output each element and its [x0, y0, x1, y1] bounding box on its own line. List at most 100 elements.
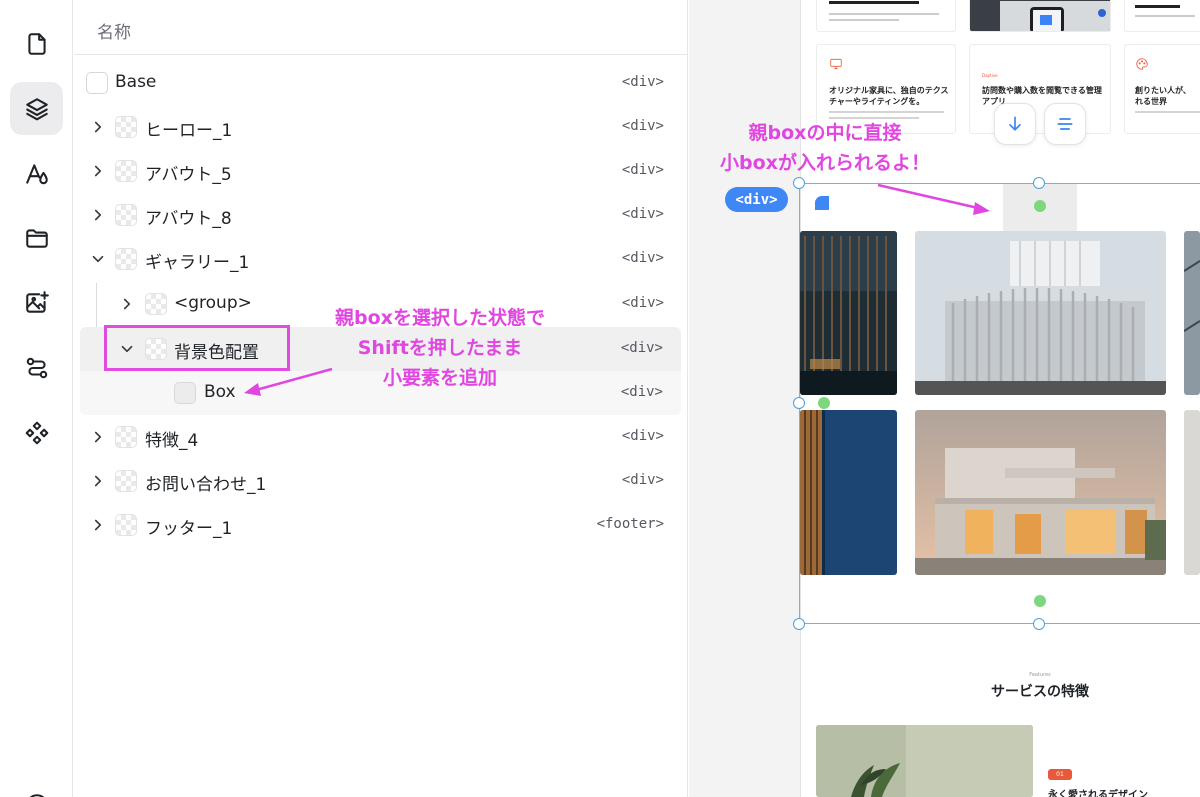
layer-thumbnail	[115, 426, 137, 448]
layer-label: <group>	[174, 293, 252, 313]
expand-chevron[interactable]	[89, 516, 107, 534]
layer-row-hero[interactable]: ヒーロー_1 <div>	[74, 105, 688, 149]
card-text-line	[829, 19, 899, 21]
layers-icon	[25, 97, 48, 120]
layer-row-features[interactable]: 特徴_4 <div>	[74, 415, 688, 459]
expand-chevron[interactable]	[89, 472, 107, 490]
selected-element-badge[interactable]: <div>	[725, 187, 788, 212]
layer-label: アバウト_8	[145, 209, 232, 229]
resize-handle-top-left[interactable]	[793, 177, 805, 189]
tool-rail	[0, 0, 73, 797]
layer-row-footer[interactable]: フッター_1 <footer>	[74, 503, 688, 547]
palette-icon	[1136, 58, 1148, 70]
expand-chevron[interactable]	[89, 428, 107, 446]
selection-frame[interactable]	[799, 183, 1200, 624]
layers-panel: 名称 Base <div> ヒーロー_1 <div> アバウト_5 <div> …	[74, 0, 688, 797]
chevron-right-icon	[94, 209, 102, 221]
feature-card: Daptive 訪問数や購入数を閲覧できる管理 アプリ	[969, 44, 1111, 134]
layer-thumbnail	[86, 72, 108, 94]
layer-thumbnail	[115, 160, 137, 182]
annotation-right: 親boxの中に直接 小boxが入れられるよ！	[685, 120, 965, 176]
components-button[interactable]	[10, 406, 63, 459]
layer-tag: <div>	[621, 295, 664, 311]
padding-handle-top[interactable]	[1034, 200, 1046, 212]
image-add-icon	[25, 290, 49, 313]
component-icon	[25, 421, 48, 444]
card-text-line	[829, 1, 919, 4]
resize-handle-left[interactable]	[793, 397, 805, 409]
layer-label: Base	[115, 72, 157, 92]
layer-label: フッター_1	[145, 519, 233, 539]
layer-row-about-5[interactable]: アバウト_5 <div>	[74, 149, 688, 193]
features-kicker: Features	[1029, 672, 1051, 678]
layer-thumbnail	[115, 116, 137, 138]
layer-thumbnail	[115, 248, 137, 270]
layer-tag: <div>	[621, 250, 664, 266]
name-column-label: 名称	[97, 23, 131, 43]
route-icon	[26, 357, 47, 378]
expand-chevron[interactable]	[118, 295, 136, 313]
layer-tag: <div>	[621, 118, 664, 134]
layer-label: アバウト_5	[145, 165, 232, 185]
assets-button[interactable]	[10, 211, 63, 264]
typography-button[interactable]	[10, 147, 63, 200]
annotation-highlight-box	[104, 325, 290, 371]
layer-tag: <div>	[621, 472, 664, 488]
collapse-chevron[interactable]	[89, 250, 107, 268]
expand-chevron[interactable]	[89, 206, 107, 224]
expand-chevron[interactable]	[89, 118, 107, 136]
layer-label: Box	[204, 382, 236, 402]
layer-label: ヒーロー_1	[145, 121, 233, 141]
card-text-line	[1135, 15, 1195, 17]
phone-photo	[970, 0, 1110, 31]
layer-label: お問い合わせ_1	[145, 475, 267, 495]
resize-handle-bottom-left[interactable]	[793, 618, 805, 630]
chevron-right-icon	[123, 298, 131, 310]
layer-row-gallery[interactable]: ギャラリー_1 <div>	[74, 237, 688, 281]
plant-photo	[816, 725, 1033, 797]
help-button[interactable]	[10, 778, 63, 797]
layer-row-contact[interactable]: お問い合わせ_1 <div>	[74, 459, 688, 503]
layer-thumbnail	[115, 204, 137, 226]
images-button[interactable]	[10, 276, 63, 329]
padding-handle-left[interactable]	[818, 397, 830, 409]
align-button[interactable]	[1044, 103, 1086, 145]
layer-thumbnail	[174, 382, 196, 404]
routes-button[interactable]	[10, 341, 63, 394]
padding-handle-bottom[interactable]	[1034, 595, 1046, 607]
layer-row-base[interactable]: Base <div>	[74, 61, 688, 105]
arrow-down-icon	[1009, 116, 1021, 131]
file-icon	[27, 32, 46, 55]
card-text-line	[1135, 5, 1180, 8]
expand-chevron[interactable]	[89, 162, 107, 180]
align-center-icon	[1057, 118, 1073, 130]
card-text-line	[829, 13, 939, 15]
card-title-line: れる世界	[1135, 97, 1167, 106]
chevron-right-icon	[94, 519, 102, 531]
preview-card	[816, 0, 956, 32]
annotation-text: 小要素を追加	[382, 367, 497, 389]
card-text-line	[1135, 111, 1200, 113]
annotation-text: 親boxの中に直接	[748, 122, 902, 144]
card-text-line	[829, 117, 919, 119]
chevron-right-icon	[94, 121, 102, 133]
layers-button[interactable]	[10, 82, 63, 135]
features-title: サービスの特徴	[991, 684, 1089, 700]
move-down-button[interactable]	[994, 103, 1036, 145]
resize-handle-bottom[interactable]	[1033, 618, 1045, 630]
annotation-text: Shiftを押したまま	[357, 337, 523, 359]
help-icon	[28, 793, 45, 797]
layers-panel-header: 名称	[74, 0, 688, 55]
layer-row-about-8[interactable]: アバウト_8 <div>	[74, 193, 688, 237]
chevron-down-icon	[92, 255, 104, 263]
card-title-line: チャーやライティングを。	[829, 97, 925, 106]
preview-card	[1124, 0, 1200, 32]
resize-handle-top[interactable]	[1033, 177, 1045, 189]
layer-tag: <div>	[621, 428, 664, 444]
layer-thumbnail	[115, 514, 137, 536]
layer-label: ギャラリー_1	[145, 253, 250, 273]
chevron-right-icon	[94, 165, 102, 177]
pages-button[interactable]	[10, 17, 63, 70]
preview-card	[969, 0, 1111, 32]
annotation-text: 小boxが入れられるよ！	[720, 152, 930, 174]
